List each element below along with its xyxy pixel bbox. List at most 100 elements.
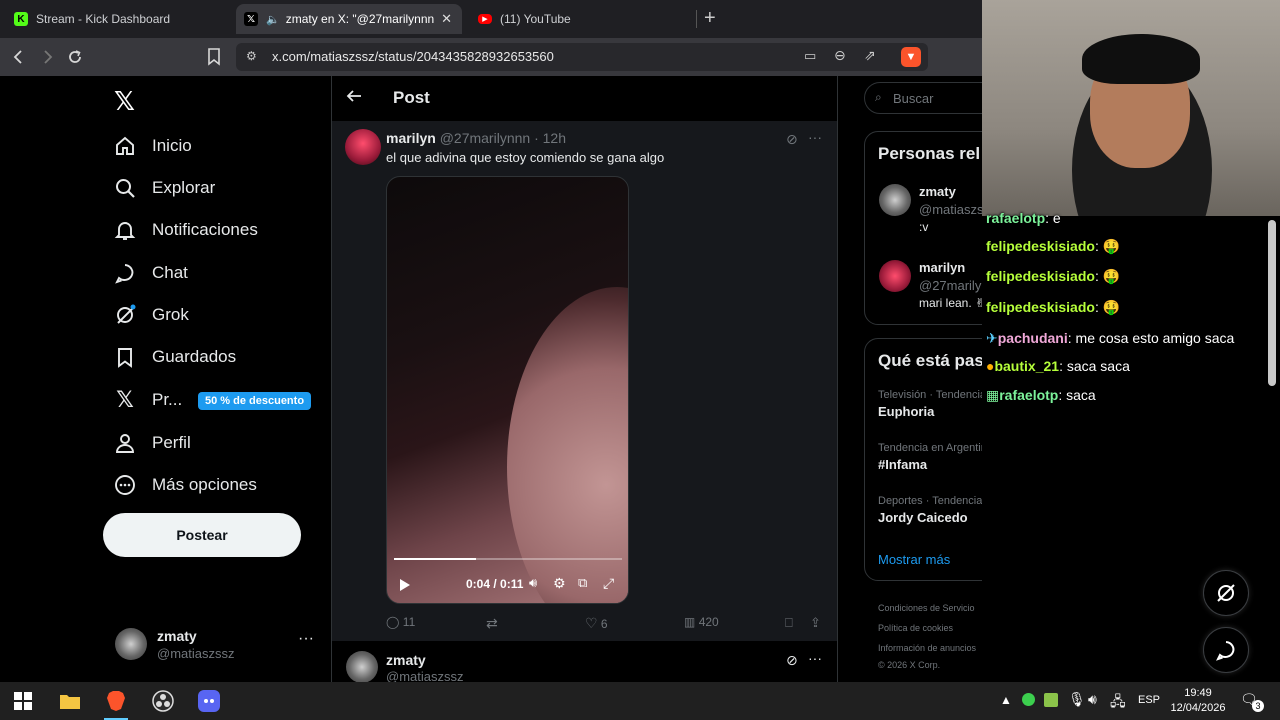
brave-shield-icon[interactable]: ▼ <box>901 47 921 67</box>
trend-name: #Infama <box>878 457 928 472</box>
bookmark-icon[interactable]: ⎕ <box>785 615 793 631</box>
file-explorer-icon[interactable] <box>58 689 82 713</box>
obs-icon[interactable] <box>151 689 175 713</box>
tab-kick[interactable]: K Stream - Kick Dashboard <box>6 4 232 34</box>
views-button[interactable]: ▥ 420 <box>684 615 719 629</box>
nav-explore[interactable]: Explorar <box>112 171 215 205</box>
badge-icon: ✈ <box>986 330 998 346</box>
bell-icon <box>112 217 138 243</box>
person-item[interactable]: zmaty @matiaszs :v <box>865 178 982 242</box>
messages-float-button[interactable] <box>1203 627 1249 673</box>
trend-item[interactable]: Televisión · Tendencia Euphoria <box>878 389 982 419</box>
tray-app-icon[interactable] <box>1044 693 1058 707</box>
trend-item[interactable]: Deportes · Tendencia Jordy Caicedo <box>878 495 982 525</box>
back-arrow-button[interactable] <box>346 88 362 109</box>
chat-message: : <box>1094 268 1099 284</box>
tray-app-icon[interactable] <box>1022 693 1035 706</box>
more-dots-icon[interactable]: ··· <box>808 650 822 666</box>
account-handle: @matiaszssz <box>157 646 235 661</box>
chat-user: felipedeskisiado <box>986 268 1095 284</box>
discord-icon[interactable] <box>197 689 221 713</box>
post-button[interactable]: Postear <box>103 513 301 557</box>
arrow-left-icon <box>13 50 22 64</box>
x-premium-icon: 𝕏 <box>116 387 134 412</box>
clock[interactable]: 19:49 12/04/2026 <box>1170 686 1226 716</box>
nav-more[interactable]: Más opciones <box>112 468 257 502</box>
language-indicator[interactable]: ESP <box>1138 694 1160 706</box>
author-handle[interactable]: @27marilynnn <box>440 130 530 146</box>
nav-profile[interactable]: Perfil <box>112 426 191 460</box>
grok-icon[interactable]: ⊘ <box>786 131 798 148</box>
arrow-right-icon <box>44 50 53 64</box>
play-button[interactable] <box>399 578 411 597</box>
avatar[interactable] <box>345 129 381 165</box>
show-more-link[interactable]: Mostrar más <box>878 552 950 567</box>
nav-label: Explorar <box>152 178 216 197</box>
chat-message: : me cosa esto amigo saca <box>1067 330 1235 346</box>
account-switcher[interactable]: zmaty @matiaszssz ··· <box>103 620 323 670</box>
tweet-video[interactable]: 0:04 / 0:11 🔊︎ ⚙ ⧉ ⤢ <box>386 176 629 604</box>
network-icon[interactable]: 🖧 <box>1110 691 1126 715</box>
chat-line: ✈pachudani: me cosa esto amigo saca <box>986 330 1234 347</box>
nav-home[interactable]: Inicio <box>112 129 192 163</box>
nav-notifications[interactable]: Notificaciones <box>112 213 258 247</box>
video-progress-track[interactable] <box>394 558 622 560</box>
tweet-header: marilyn @27marilynnn · 12h <box>386 130 566 146</box>
tab-title: (11) YouTube <box>500 12 571 26</box>
tweet-time[interactable]: · 12h <box>534 130 566 146</box>
reply-tweet[interactable]: zmaty @matiaszssz ⊘ ··· <box>332 641 837 682</box>
person-item[interactable]: marilyn @27marilynnn mari lean. ✌ <box>865 254 982 318</box>
emote-icon: 🤑 <box>1102 268 1121 284</box>
back-button[interactable] <box>9 47 29 67</box>
search-input[interactable]: ⌕ Buscar <box>864 82 982 114</box>
share-icon[interactable]: ⇪ <box>810 615 821 631</box>
close-tab-icon[interactable]: ✕ <box>441 11 452 27</box>
x-logo-icon[interactable]: 𝕏 <box>114 86 135 117</box>
grok-float-button[interactable] <box>1203 570 1249 616</box>
more-dots-icon[interactable]: ··· <box>298 630 314 648</box>
chevron-up-icon[interactable]: ▲ <box>1000 693 1012 707</box>
footer-link[interactable]: Política de cookies <box>878 618 978 638</box>
nav-label: Grok <box>152 305 189 324</box>
like-button[interactable]: ♡ 6 <box>585 615 608 632</box>
site-settings-icon[interactable]: ⚙ <box>246 49 257 63</box>
volume-icon[interactable]: 🔊︎ <box>529 575 537 591</box>
forward-button[interactable] <box>37 47 57 67</box>
windows-start-icon[interactable] <box>11 689 35 713</box>
tab-title: Stream - Kick Dashboard <box>36 12 171 26</box>
share-icon[interactable]: ⇗ <box>864 47 876 64</box>
author-name[interactable]: marilyn <box>386 130 436 146</box>
url-bar[interactable]: ⚙ x.com/matiaszssz/status/20434358289326… <box>236 43 928 71</box>
discount-badge[interactable]: 50 % de descuento <box>198 392 312 410</box>
nav-chat[interactable]: Chat <box>112 256 188 290</box>
footer-link[interactable]: Información de anuncios <box>878 638 978 658</box>
new-tab-button[interactable]: + <box>704 7 716 30</box>
cast-icon[interactable]: ▭ <box>804 48 816 64</box>
tweet[interactable]: marilyn @27marilynnn · 12h ⊘ ··· el que … <box>332 121 837 641</box>
settings-icon[interactable]: ⚙ <box>553 575 566 592</box>
nav-premium[interactable]: 𝕏 Pr... <box>112 383 182 417</box>
tab-x-post[interactable]: 𝕏 🔈 zmaty en X: "@27marilynnn h ✕ <box>236 4 462 34</box>
nav-bookmarks[interactable]: Guardados <box>112 340 236 374</box>
avatar[interactable] <box>346 651 378 682</box>
grok-icon[interactable]: ⊘ <box>786 652 798 669</box>
zoom-icon[interactable]: ⊖ <box>834 47 846 64</box>
tab-youtube[interactable]: ▶ (11) YouTube <box>470 4 696 34</box>
chat-line: felipedeskisiado: 🤑 <box>986 268 1120 285</box>
more-dots-icon[interactable]: ··· <box>808 129 822 145</box>
volume-icon[interactable]: 🔊︎ <box>1088 691 1097 708</box>
bookmark-page-button[interactable] <box>204 47 224 67</box>
footer-link[interactable]: Condiciones de Servicio <box>878 598 978 618</box>
pip-icon[interactable]: ⧉ <box>578 575 587 591</box>
author-handle[interactable]: @matiaszssz <box>386 669 464 682</box>
fullscreen-icon[interactable]: ⤢ <box>603 575 614 592</box>
nav-grok[interactable]: Grok <box>112 298 189 332</box>
trend-item[interactable]: Tendencia en Argentina #Infama <box>878 442 982 472</box>
page-scrollbar[interactable] <box>1268 220 1276 386</box>
author-name[interactable]: zmaty <box>386 652 426 668</box>
reload-button[interactable] <box>65 47 85 67</box>
brave-browser-icon[interactable] <box>104 689 128 713</box>
repost-icon[interactable]: ⇄ <box>486 615 498 632</box>
reply-button[interactable]: ◯ 11 <box>386 615 415 629</box>
microphone-icon[interactable]: 🎙︎ <box>1068 691 1086 708</box>
